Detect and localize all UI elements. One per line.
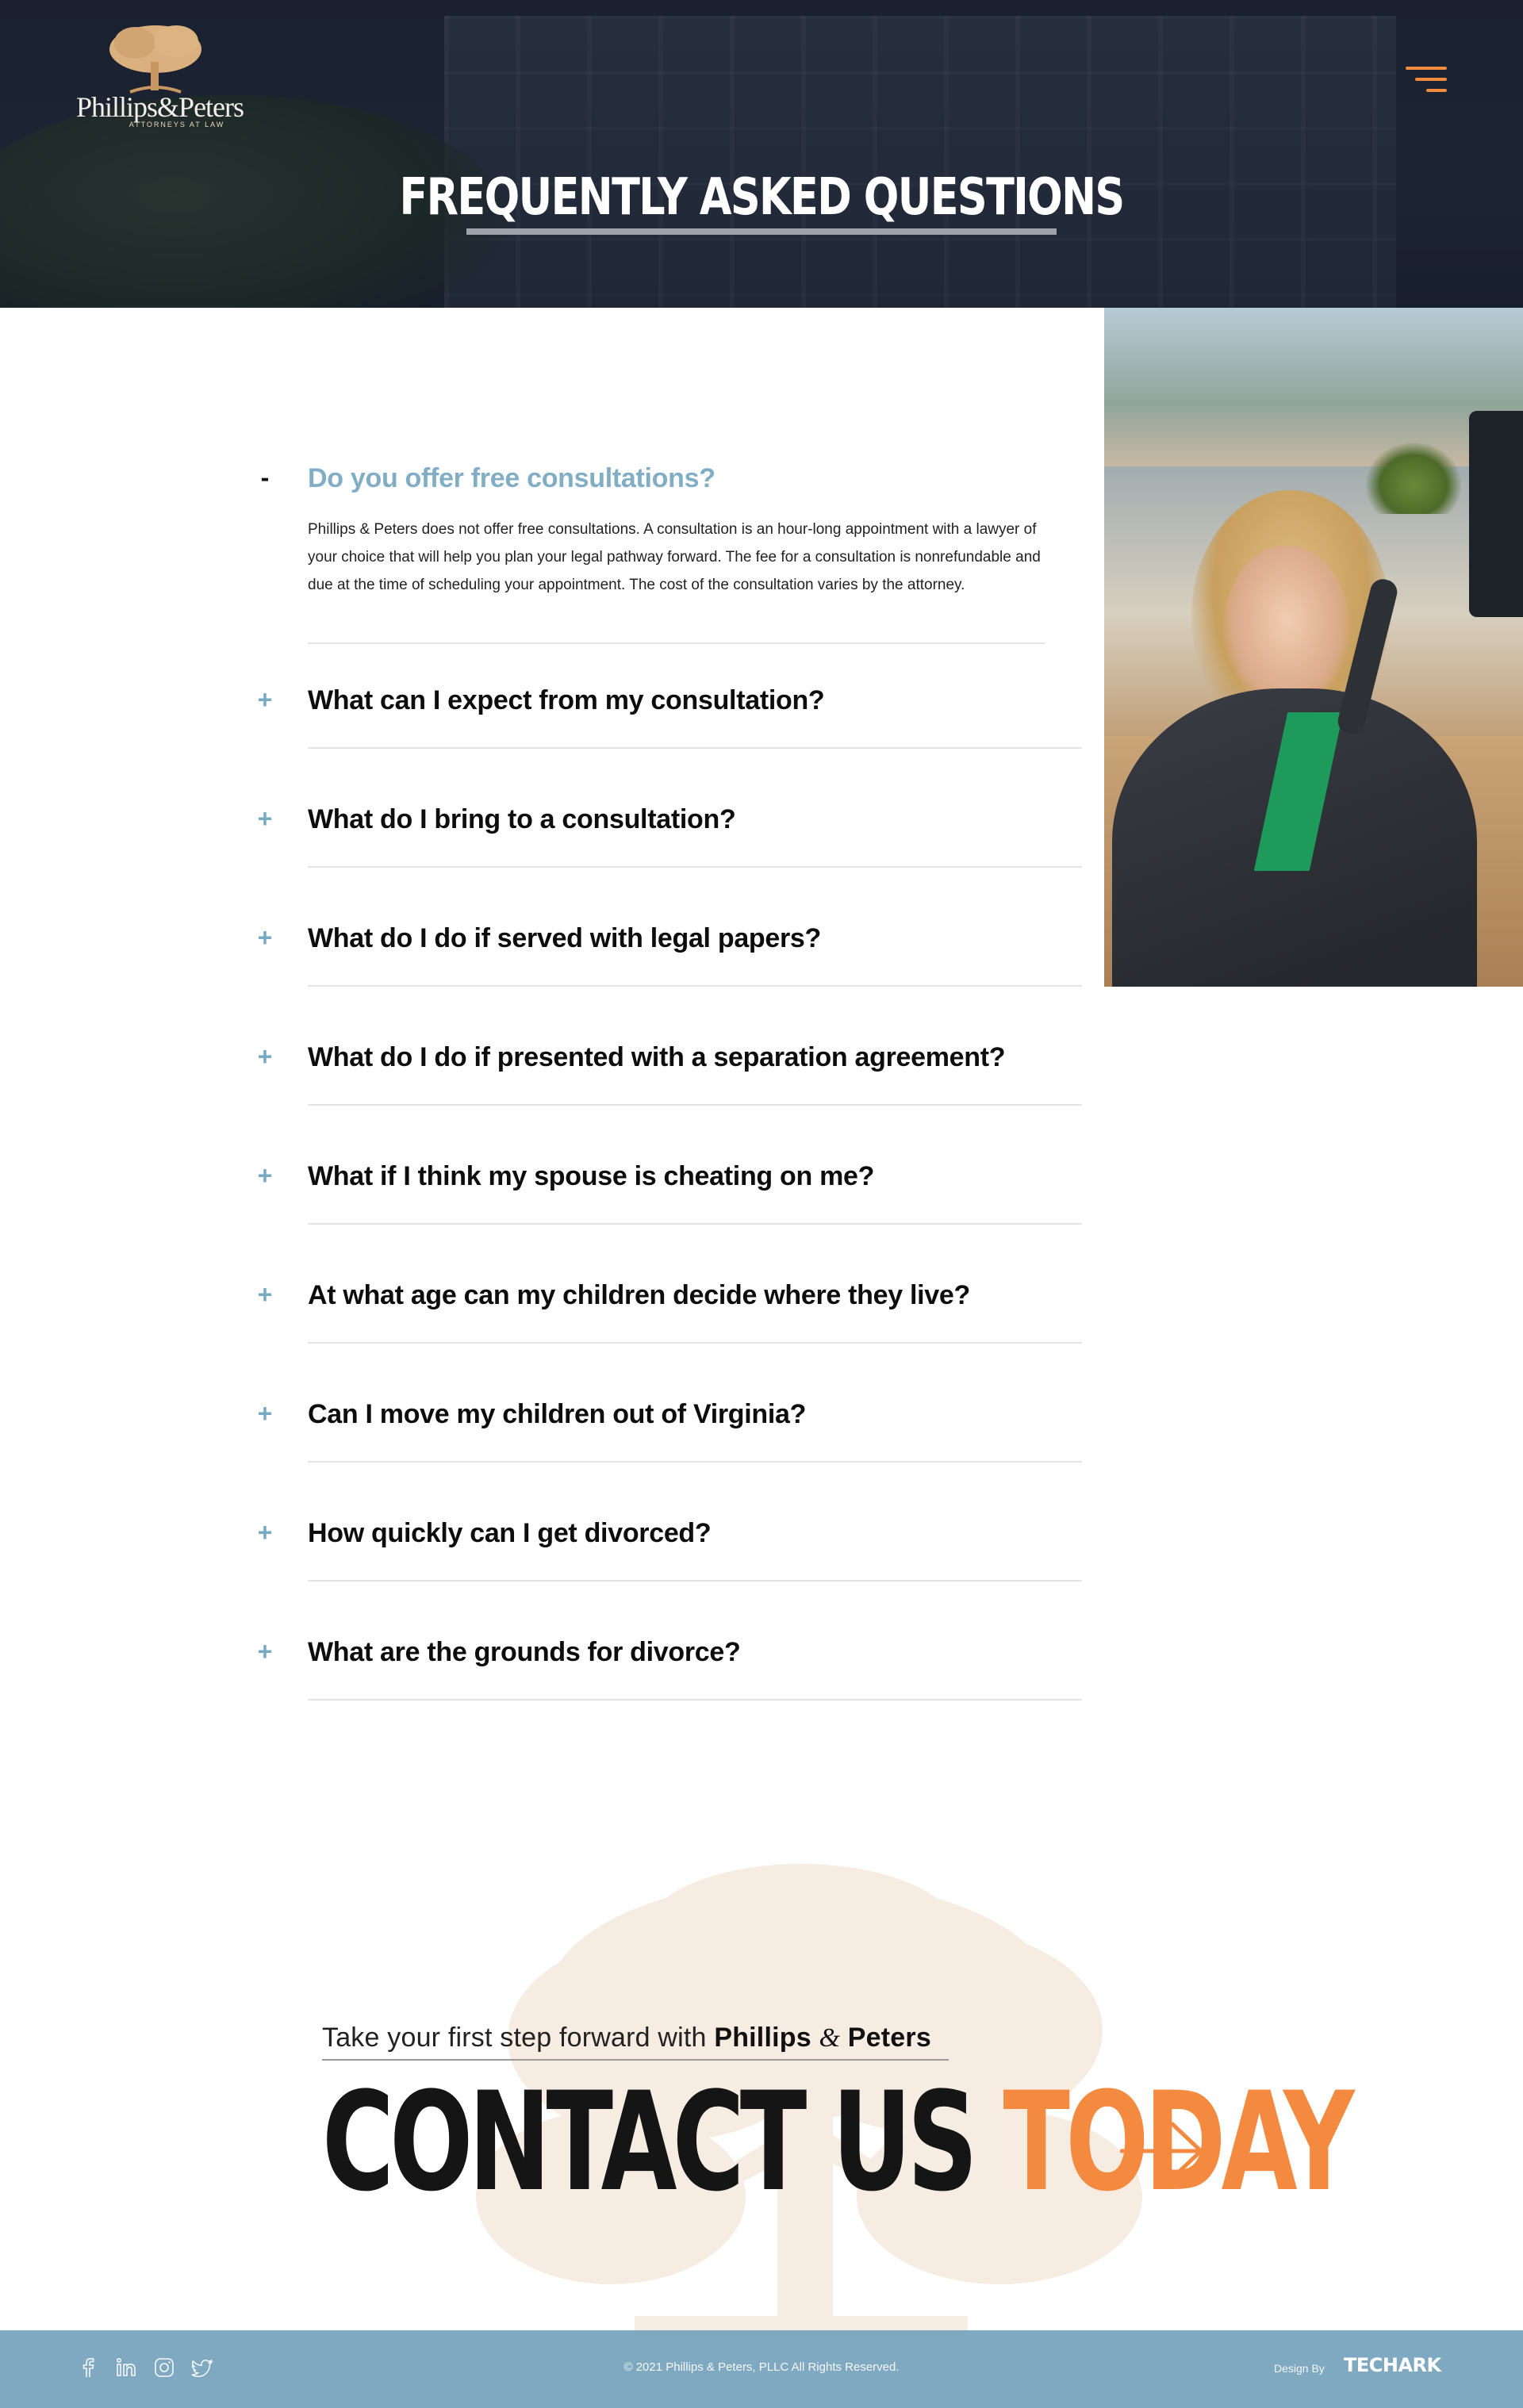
expand-icon[interactable]: +	[254, 1637, 276, 1666]
hero-banner: Phillips&Peters ATTORNEYS AT LAW FREQUEN…	[0, 0, 1523, 308]
photo-face	[1223, 546, 1350, 712]
faq-divider	[308, 985, 1082, 987]
faq-question[interactable]: What can I expect from my consultation?	[308, 685, 1101, 716]
faq-question[interactable]: What if I think my spouse is cheating on…	[308, 1161, 1101, 1192]
faq-question[interactable]: At what age can my children decide where…	[308, 1280, 1101, 1311]
logo-subtitle: ATTORNEYS AT LAW	[129, 121, 225, 128]
arrow-right-icon[interactable]	[1120, 2119, 1206, 2183]
collapse-icon[interactable]: -	[254, 463, 276, 493]
hamburger-menu-icon[interactable]	[1399, 63, 1447, 98]
faq-divider	[308, 1461, 1082, 1463]
faq-item[interactable]: + What are the grounds for divorce?	[254, 1637, 1082, 1701]
faq-divider	[308, 1699, 1082, 1701]
expand-icon[interactable]: +	[254, 804, 276, 834]
expand-icon[interactable]: +	[254, 1161, 276, 1191]
faq-answer: Phillips & Peters does not offer free co…	[308, 521, 1041, 593]
designer-logo[interactable]: TECHARK	[1344, 2354, 1441, 2376]
expand-icon[interactable]: +	[254, 1280, 276, 1309]
faq-question[interactable]: Do you offer free consultations?	[308, 463, 1101, 494]
faq-question[interactable]: What do I do if served with legal papers…	[308, 923, 1101, 954]
brand-ampersand: &	[819, 2023, 841, 2053]
faq-divider	[308, 642, 1045, 644]
contact-us-text[interactable]: CONTACT US	[322, 2062, 1003, 2222]
cta-tagline-underline	[322, 2059, 949, 2061]
faq-item[interactable]: + At what age can my children decide whe…	[254, 1280, 1082, 1344]
faq-item[interactable]: + What do I do if served with legal pape…	[254, 923, 1082, 987]
contact-us-heading[interactable]: CONTACT US TODAY	[322, 2074, 1355, 2211]
photo-plant	[1366, 443, 1461, 514]
expand-icon[interactable]: +	[254, 1042, 276, 1072]
faq-item[interactable]: + How quickly can I get divorced?	[254, 1518, 1082, 1582]
expand-icon[interactable]: +	[254, 1399, 276, 1428]
faq-divider	[308, 866, 1082, 868]
title-underline	[466, 228, 1057, 235]
faq-item[interactable]: + What do I bring to a consultation?	[254, 804, 1082, 868]
faq-divider	[308, 1342, 1082, 1344]
brand-last: Peters	[847, 2023, 931, 2053]
faq-divider	[308, 1223, 1082, 1225]
expand-icon[interactable]: +	[254, 685, 276, 715]
faq-divider	[308, 1580, 1082, 1582]
attorney-photo	[1104, 308, 1523, 987]
faq-item[interactable]: + What can I expect from my consultation…	[254, 685, 1082, 749]
page-title: FREQUENTLY ASKED QUESTIONS	[399, 168, 1125, 227]
faq-question[interactable]: What are the grounds for divorce?	[308, 1637, 1101, 1668]
expand-icon[interactable]: +	[254, 923, 276, 953]
design-by-label: Design By	[1274, 2362, 1325, 2375]
faq-question[interactable]: Can I move my children out of Virginia?	[308, 1399, 1101, 1430]
faq-question[interactable]: What do I bring to a consultation?	[308, 804, 1101, 835]
site-footer: © 2021 Phillips & Peters, PLLC All Right…	[0, 2330, 1523, 2408]
cta-tagline-prefix: Take your first step forward with	[322, 2023, 715, 2053]
faq-question[interactable]: How quickly can I get divorced?	[308, 1518, 1101, 1549]
photo-monitor	[1469, 411, 1523, 617]
faq-item[interactable]: + What if I think my spouse is cheating …	[254, 1161, 1082, 1225]
faq-question[interactable]: What do I do if presented with a separat…	[308, 1042, 1101, 1073]
faq-divider	[308, 1104, 1082, 1106]
expand-icon[interactable]: +	[254, 1518, 276, 1547]
brand-first: Phillips	[714, 2023, 811, 2053]
faq-item[interactable]: + What do I do if presented with a separ…	[254, 1042, 1082, 1106]
tree-logo-icon	[109, 25, 201, 94]
faq-item[interactable]: - Do you offer free consultations? Phill…	[254, 463, 1079, 646]
faq-divider	[308, 747, 1082, 749]
cta-brand: Phillips & Peters	[714, 2023, 931, 2053]
cta-tagline: Take your first step forward with Philli…	[322, 2023, 931, 2053]
logo-wordmark: Phillips&Peters	[76, 91, 244, 123]
site-logo[interactable]: Phillips&Peters ATTORNEYS AT LAW	[76, 22, 244, 133]
faq-item[interactable]: + Can I move my children out of Virginia…	[254, 1399, 1082, 1463]
